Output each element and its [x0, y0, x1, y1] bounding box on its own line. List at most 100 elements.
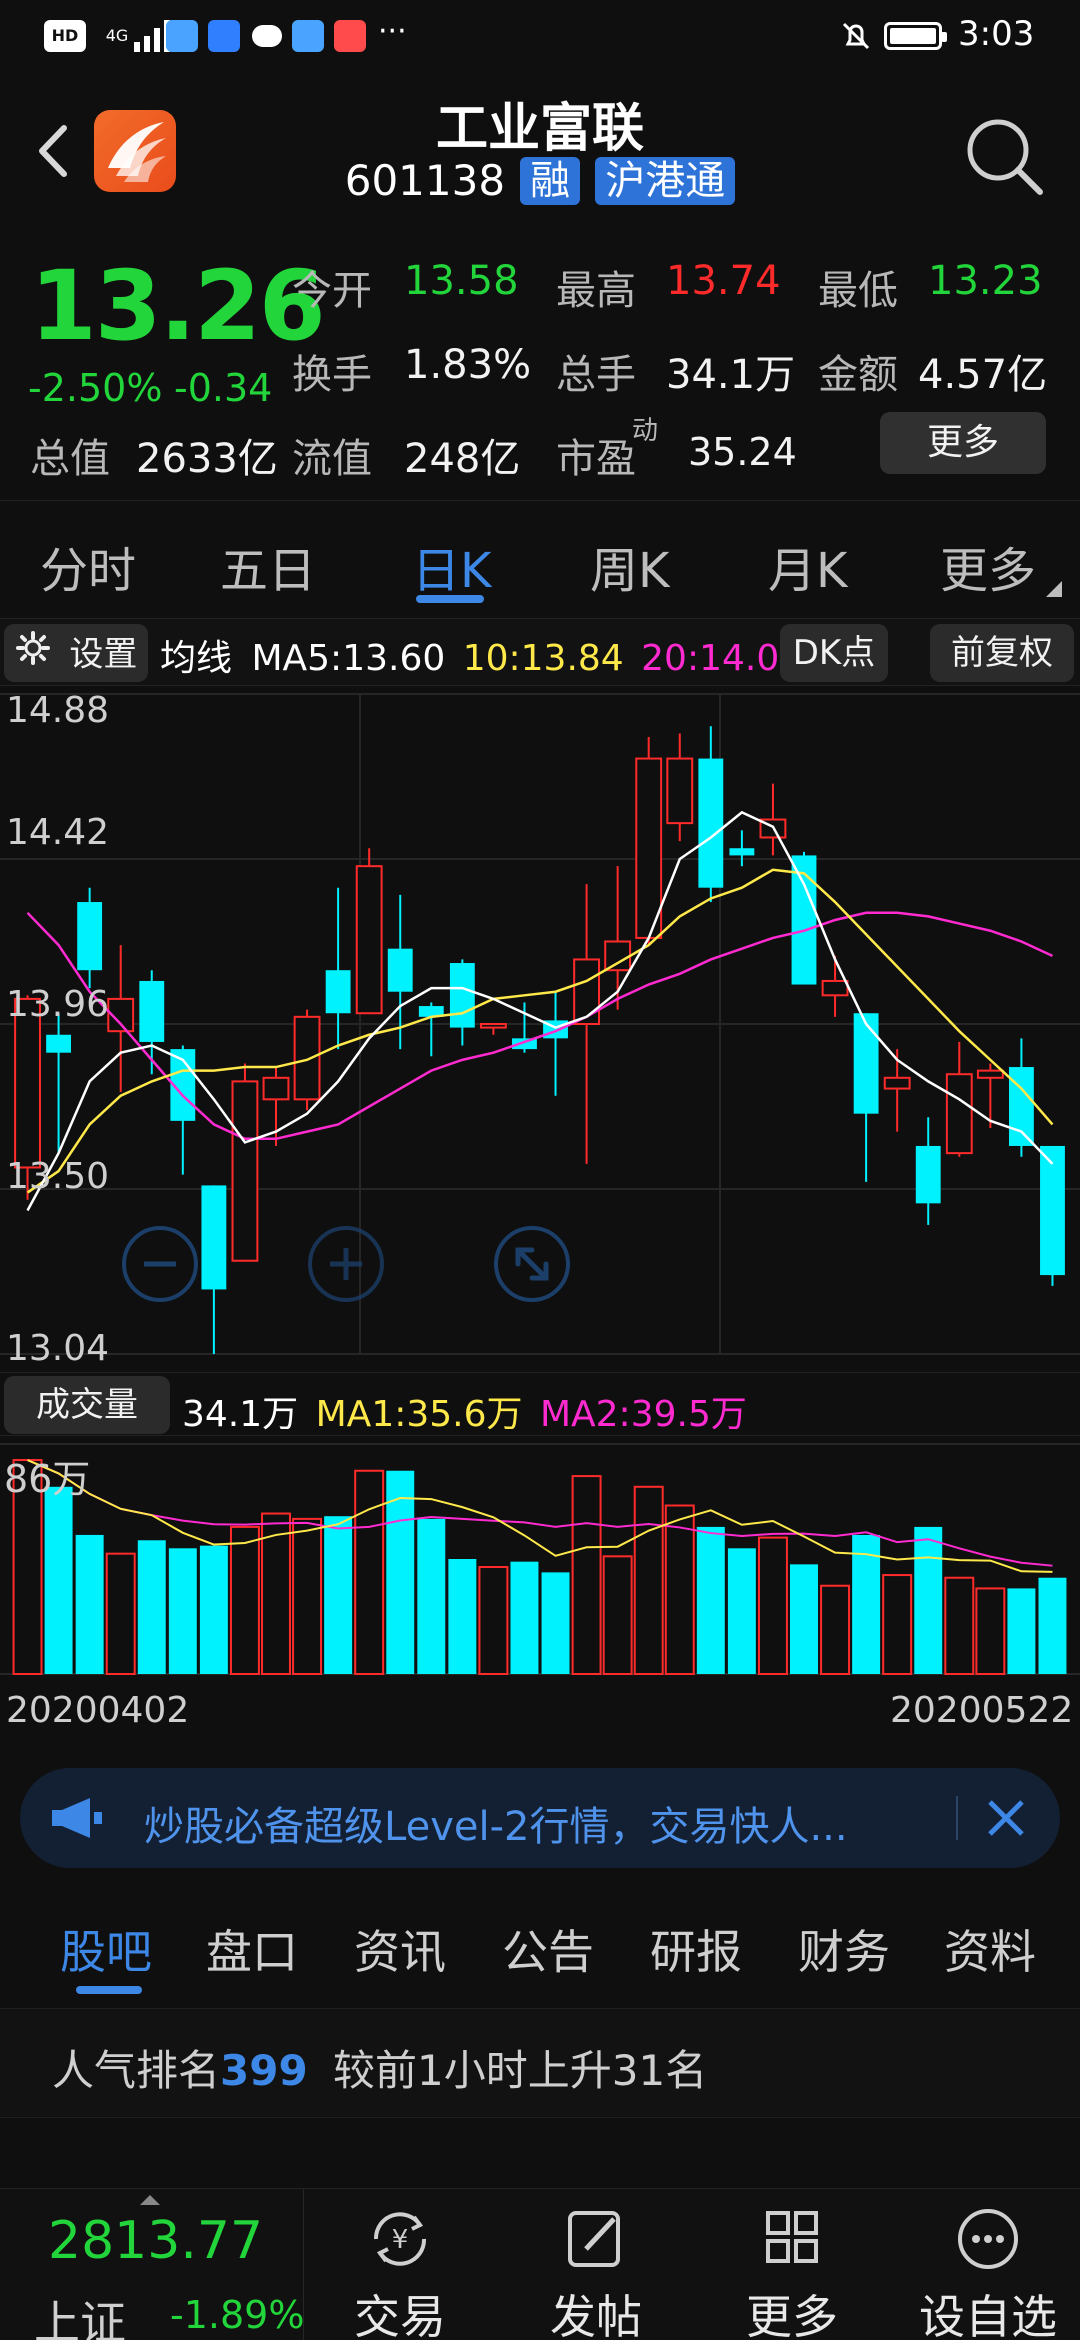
volume-indicator-button[interactable]: 成交量: [4, 1376, 170, 1434]
candle-body-down: [698, 758, 724, 888]
candle-body-up: [604, 940, 632, 972]
settings-label: 设置: [69, 634, 138, 675]
high-label: 最高: [556, 268, 636, 314]
fullscreen-button[interactable]: [494, 1226, 570, 1302]
dk-point-button[interactable]: DK点: [780, 624, 888, 682]
edit-icon: [568, 2211, 620, 2267]
search-button[interactable]: [958, 110, 1048, 200]
minus-icon: [144, 1261, 176, 1267]
tab-active-indicator: [416, 595, 484, 603]
volume-bar-up: [975, 1587, 1006, 1676]
popularity-row[interactable]: 人气排名399 较前1小时上升31名: [0, 2008, 1080, 2118]
market-cap-value: 2633亿: [136, 436, 278, 482]
tab-intraday[interactable]: 分时: [40, 531, 136, 601]
banner-divider: [956, 1796, 958, 1840]
nav-post[interactable]: 发帖: [516, 2189, 676, 2340]
chat-notification-icon: [250, 20, 284, 52]
app-notification-icon: [166, 20, 198, 52]
yuan-trade-icon: ¥: [373, 2212, 427, 2266]
plus-icon: [330, 1248, 362, 1280]
promo-banner[interactable]: 炒股必备超级Level-2行情，交易快人...: [20, 1768, 1060, 1868]
volume-bar-up: [882, 1574, 913, 1675]
candle-body-up: [976, 1069, 1004, 1079]
index-quote[interactable]: 2813.77 上证 -1.89%: [0, 2189, 304, 2340]
amount-value: 4.57亿: [918, 352, 1048, 398]
bottom-nav: 2813.77 上证 -1.89% ¥ 交易 发帖 更多 设自选: [0, 2188, 1080, 2340]
volume-bar-up: [944, 1576, 975, 1675]
popularity-prefix: 人气排名: [52, 2046, 221, 2095]
ma5-line: [26, 810, 1054, 1212]
volume-ma1: MA1:35.6万: [315, 1394, 523, 1435]
close-icon: [988, 1800, 1024, 1836]
nav-post-label: 发帖: [550, 2290, 642, 2340]
tab-five-day[interactable]: 五日: [220, 531, 316, 601]
price-tick-3: 13.96: [6, 984, 110, 1025]
candle-body-up: [666, 757, 694, 825]
price-tick-5: 13.04: [6, 1328, 110, 1369]
candle-body-down: [729, 848, 755, 856]
period-tabs: 分时 五日 日K 周K 月K 更多: [0, 500, 1080, 620]
candle-body-up: [355, 865, 383, 1015]
info-tab-profile[interactable]: 资料: [944, 1916, 1036, 1982]
volume-bar-up: [292, 1517, 323, 1675]
candle-body-up: [479, 1023, 507, 1029]
open-label: 今开: [292, 268, 372, 314]
volume-bar-up: [354, 1469, 385, 1675]
volume-legend: 34.1万 MA1:35.6万 MA2:39.5万: [182, 1385, 747, 1437]
volume-bar-up: [820, 1584, 851, 1675]
info-tabs: 股吧 盘口 资讯 公告 研报 财务 资料: [0, 1888, 1080, 2008]
volume-bar-down: [541, 1572, 570, 1674]
nav-more[interactable]: 更多: [712, 2189, 872, 2340]
info-tab-research[interactable]: 研报: [650, 1916, 742, 1982]
amount-label: 金额: [818, 352, 898, 398]
ma-label: 均线: [160, 638, 233, 679]
reader-notification-icon: [334, 20, 366, 52]
volume-bar-down: [790, 1564, 818, 1674]
connect-tag: 沪港通: [595, 156, 736, 205]
nav-add-watchlist[interactable]: 设自选: [908, 2189, 1068, 2340]
candle-body-up: [293, 1015, 321, 1101]
dropdown-corner-icon: [1046, 581, 1062, 597]
volume-bar-down: [914, 1526, 943, 1674]
popularity-rank: 399: [220, 2046, 308, 2095]
zoom-in-button[interactable]: [308, 1226, 384, 1302]
volume-bar-down: [510, 1561, 539, 1674]
volume-bar-down: [199, 1545, 228, 1674]
open-value: 13.58: [404, 258, 519, 304]
info-tab-news[interactable]: 资讯: [354, 1916, 446, 1982]
volume-chart[interactable]: [0, 1436, 1080, 1686]
candle-body-down: [46, 1034, 72, 1053]
tab-weekly-k[interactable]: 周K: [590, 531, 669, 601]
price-tick-2: 14.42: [6, 812, 110, 853]
nav-trade[interactable]: ¥ 交易: [320, 2189, 480, 2340]
change-percent: -2.50%: [28, 366, 163, 410]
volume-top-tick: 86万: [4, 1457, 91, 1501]
tab-daily-k[interactable]: 日K: [412, 531, 491, 601]
info-tab-announcements[interactable]: 公告: [502, 1916, 594, 1982]
stock-detail-screen: HD 4G ··· 3:03 工业富联 601138 融 沪港通 13.26 -…: [0, 0, 1080, 2340]
volume-bar-down: [1038, 1577, 1067, 1674]
pe-dynamic-superscript: 动: [632, 416, 659, 446]
tab-more[interactable]: 更多: [940, 531, 1036, 601]
volume-bar-down: [417, 1518, 446, 1674]
zoom-out-button[interactable]: [122, 1226, 198, 1302]
pe-value: 35.24: [688, 430, 797, 474]
info-tab-financials[interactable]: 财务: [798, 1916, 890, 1982]
popularity-text: 人气排名399 较前1小时上升31名: [52, 2037, 707, 2098]
tab-monthly-k[interactable]: 月K: [768, 531, 847, 601]
float-cap-value: 248亿: [404, 436, 521, 482]
svg-text:¥: ¥: [392, 2225, 409, 2255]
chart-settings-button[interactable]: 设置: [4, 624, 148, 682]
info-tab-order-book[interactable]: 盘口: [206, 1916, 298, 1982]
more-quote-button[interactable]: 更多: [880, 412, 1046, 474]
candle-body-down: [1040, 1145, 1065, 1276]
banner-close-button[interactable]: [970, 1782, 1042, 1854]
chart-toolbar: 设置 均线 MA5:13.60 10:13.84 20:14.05 DK点 前复…: [0, 618, 1080, 686]
gear-icon: [15, 626, 51, 684]
megaphone-icon: [50, 1796, 106, 1840]
info-tab-forum[interactable]: 股吧: [60, 1916, 152, 1982]
ma20-legend: 20:14.05: [641, 638, 780, 679]
volume-bar-down: [696, 1526, 725, 1674]
search-icon: [967, 119, 1043, 195]
forward-adjust-button[interactable]: 前复权: [930, 624, 1074, 682]
